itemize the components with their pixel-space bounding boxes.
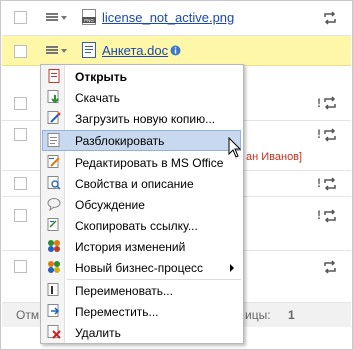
workflow-icon [48,261,60,273]
sync-icon[interactable] [323,96,337,110]
file-link[interactable]: license_not_active.png [102,10,234,25]
warning-mark: ! [317,96,321,110]
row-checkbox[interactable] [14,177,27,190]
context-menu: Открыть Скачать Загрузить новую копию...… [40,64,244,344]
menu-item-move[interactable]: Переместить... [43,302,240,321]
copy-link-icon [47,218,59,231]
menu-item-copy-link[interactable]: Скопировать ссылку... [43,216,240,235]
author-text: ан Иванов] [246,151,303,163]
delete-icon [47,325,61,339]
row-checkbox[interactable] [14,209,27,222]
menu-item-edit-office[interactable]: Редактировать в MS Office [43,153,240,172]
menu-item-discussion[interactable]: Обсуждение [43,195,240,214]
sync-icon[interactable] [323,209,337,223]
menu-icon [46,13,58,22]
menu-item-download[interactable]: Скачать [43,88,240,107]
edit-office-icon [47,155,60,168]
row-actions-button[interactable] [46,11,70,25]
row-checkbox[interactable] [14,45,27,58]
row-checkbox[interactable] [14,128,27,141]
upload-copy-icon [47,111,61,124]
unlock-icon [47,133,60,147]
warning-mark: ! [317,176,321,190]
menu-item-history[interactable]: История изменений [43,237,240,256]
menu-item-open[interactable]: Открыть [43,67,240,86]
submenu-arrow-icon [230,264,234,272]
footer-left-text: Отм [16,308,40,322]
sync-icon[interactable] [323,177,337,191]
png-file-icon: PNG [82,9,96,25]
file-link[interactable]: Анкета.doc [102,43,168,58]
menu-item-unlock[interactable]: Разблокировать [42,130,241,151]
warning-mark: ! [317,208,321,222]
table-row-selected[interactable]: Анкета.doc [2,36,351,66]
move-icon [47,304,60,317]
sync-icon[interactable] [323,260,337,274]
mouse-cursor-icon [228,137,242,158]
warning-mark: ! [317,127,321,141]
menu-item-properties[interactable]: Свойства и описание [43,174,240,193]
row-actions-button[interactable] [46,44,70,58]
properties-icon [47,176,61,190]
history-icon [48,240,60,252]
row-checkbox[interactable] [14,11,27,24]
menu-item-rename[interactable]: Переименовать... [43,281,240,300]
menu-separator [67,279,241,280]
chevron-down-icon [61,16,67,20]
footer-count: 1 [288,308,295,322]
menu-icon [46,46,58,55]
sync-icon[interactable] [323,128,337,142]
info-icon[interactable] [170,45,181,56]
open-doc-icon [48,69,60,83]
row-checkbox[interactable] [14,97,27,110]
sync-icon[interactable] [323,11,337,25]
discussion-icon [47,198,61,211]
doc-file-icon [82,42,96,58]
svg-text:PNG: PNG [84,18,94,23]
menu-item-delete[interactable]: Удалить [43,323,240,342]
download-icon [47,90,59,104]
menu-item-workflow[interactable]: Новый бизнес-процесс [43,258,240,277]
table-row[interactable]: PNG license_not_active.png [2,1,351,36]
rename-icon [47,283,59,296]
chevron-down-icon [61,49,67,53]
menu-item-upload-copy[interactable]: Загрузить новую копию... [43,109,240,128]
footer-right-text: ицы: [245,308,271,322]
row-checkbox[interactable] [14,260,27,273]
